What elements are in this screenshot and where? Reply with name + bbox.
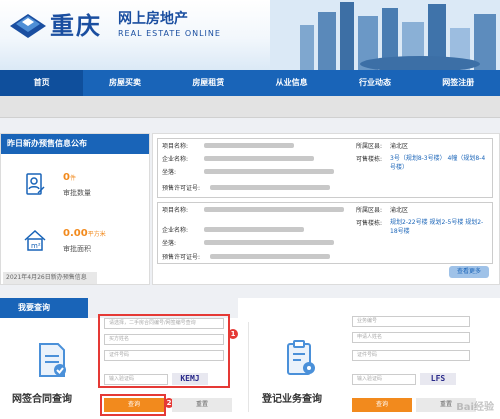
document-person-icon — [26, 173, 45, 195]
presale-card[interactable]: 项目名称: 企业名称: 坐落: 预售许可证号: 所属区县: 渝北区 可售楼栋: … — [157, 202, 493, 264]
presale-card[interactable]: 项目名称: 企业名称: 坐落: 预售许可证号: 所属区县: 渝北区 可售楼栋: … — [157, 138, 493, 198]
registration-query-button[interactable]: 查询 — [352, 398, 412, 412]
brand-english: REAL ESTATE ONLINE — [118, 29, 221, 38]
approval-area: m² 0.00平方米 审批面积 — [23, 224, 143, 264]
district-label: 所属区县: — [356, 143, 383, 150]
logo-icon — [10, 14, 46, 38]
permit-label: 预售许可证号: — [162, 254, 201, 261]
contract-document-icon — [39, 343, 66, 377]
sellable-value[interactable]: 3号（规划8-3号楼） 4幢（规划8-4号楼） — [390, 154, 490, 172]
approval-area-value: 0.00 — [63, 228, 88, 239]
registration-captcha-input[interactable]: 输入验证码 — [352, 374, 416, 385]
divider — [248, 322, 249, 412]
spacer-bar — [0, 96, 500, 118]
district-value: 渝北区 — [390, 207, 409, 214]
redacted-text — [204, 169, 334, 174]
approval-count-unit: 件 — [69, 175, 76, 182]
sellable-value[interactable]: 规划2-22号楼 规划2-5号楼 规划2-18号楼 — [390, 218, 490, 236]
location-label: 坐落: — [162, 240, 177, 247]
brand-name: 重庆 — [50, 11, 102, 40]
redacted-text — [204, 240, 334, 245]
skyline-illustration — [270, 0, 500, 70]
clipboard-gear-icon — [287, 340, 315, 375]
company-label: 企业名称: — [162, 156, 189, 163]
presale-list: 项目名称: 企业名称: 坐落: 预售许可证号: 所属区县: 渝北区 可售楼栋: … — [152, 133, 500, 285]
applicant-name-input[interactable]: 申请人姓名 — [352, 332, 470, 343]
contract-reset-button[interactable]: 重置 — [172, 398, 232, 412]
registration-query-label: 登记业务查询 — [262, 394, 322, 405]
redacted-text — [210, 254, 330, 259]
query-title: 我要查询 — [0, 298, 88, 318]
sellable-label: 可售楼栋: — [356, 220, 383, 227]
view-more-button[interactable]: 查看更多 — [449, 266, 489, 278]
nav-rental[interactable]: 房屋租赁 — [167, 70, 250, 96]
query-section: 我要查询 网签合同查询 请选择，二手房合同编号/网签编号查询 买方姓名 证件号码… — [0, 298, 500, 419]
presale-summary: 昨日新办预售信息公布 0件 审批数量 m² 0.00平方米 审批面积 2021年… — [0, 133, 150, 285]
contract-query-label: 网签合同查询 — [12, 394, 72, 405]
brand-subtitle: 网上房地产 — [118, 11, 188, 27]
project-label: 项目名称: — [162, 207, 189, 214]
notice-date: 2021年4月26日新办预售信息 — [3, 272, 97, 284]
sellable-label: 可售楼栋: — [356, 156, 383, 163]
project-label: 项目名称: — [162, 143, 189, 150]
approval-count-label: 审批数量 — [63, 189, 91, 197]
redacted-text — [204, 156, 314, 161]
nav-home[interactable]: 首页 — [0, 70, 84, 96]
redacted-text — [204, 143, 294, 148]
approval-count: 0件 审批数量 — [23, 168, 143, 208]
presale-notice: 昨日新办预售信息公布 0件 审批数量 m² 0.00平方米 审批面积 2021年… — [0, 133, 500, 285]
site-header: 重庆 网上房地产 REAL ESTATE ONLINE — [0, 0, 500, 70]
house-area-icon: m² — [24, 229, 46, 251]
registration-id-input[interactable]: 证件号码 — [352, 350, 470, 361]
company-label: 企业名称: — [162, 227, 189, 234]
registration-captcha-image[interactable]: LFS — [420, 373, 456, 385]
svg-text:m²: m² — [31, 242, 41, 250]
nav-practitioners[interactable]: 从业信息 — [250, 70, 333, 96]
district-label: 所属区县: — [356, 207, 383, 214]
district-value: 渝北区 — [390, 143, 409, 150]
main-nav: 首页 房屋买卖 房屋租赁 从业信息 行业动态 网签注册 — [0, 70, 500, 96]
approval-count-value: 0 — [63, 172, 70, 183]
presale-title: 昨日新办预售信息公布 — [1, 134, 149, 154]
approval-area-unit: 平方米 — [87, 231, 106, 238]
redacted-text — [210, 185, 330, 190]
approval-area-label: 审批面积 — [63, 245, 91, 253]
redacted-text — [204, 207, 344, 212]
nav-buy-sell[interactable]: 房屋买卖 — [83, 70, 166, 96]
watermark: Bai经验 — [456, 402, 494, 413]
business-number-input[interactable]: 业务编号 — [352, 316, 470, 327]
redacted-text — [204, 227, 304, 232]
permit-label: 预售许可证号: — [162, 185, 201, 192]
nav-news[interactable]: 行业动态 — [333, 70, 416, 96]
highlight-box-2 — [100, 394, 166, 416]
location-label: 坐落: — [162, 169, 177, 176]
highlight-box-1 — [98, 314, 230, 388]
nav-signing-register[interactable]: 网签注册 — [417, 70, 500, 96]
step-marker-1: 1 — [228, 329, 238, 339]
